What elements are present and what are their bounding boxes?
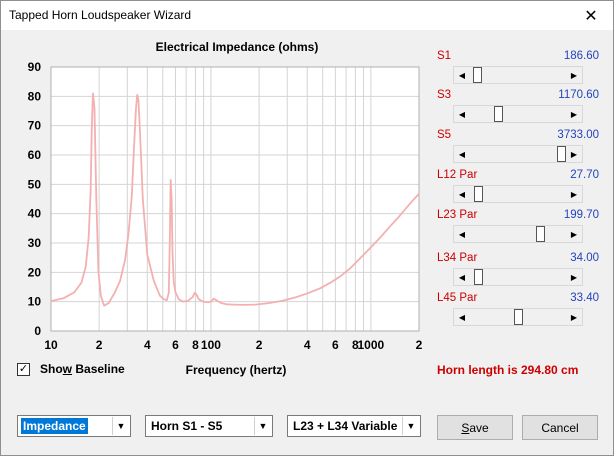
- scroll-left-icon[interactable]: ◀: [454, 186, 470, 202]
- scroll-left-icon[interactable]: ◀: [454, 67, 470, 83]
- wizard-window: Tapped Horn Loudspeaker Wizard ✕ Electri…: [0, 0, 614, 456]
- x-tick-label: 2: [416, 338, 423, 352]
- slider-value: 3733.00: [557, 129, 599, 141]
- slider-label: S3: [437, 89, 452, 101]
- x-tick-label: 1000: [358, 338, 385, 352]
- slider-label: L45 Par: [437, 292, 478, 304]
- slider-thumb[interactable]: [514, 309, 524, 325]
- slider-value: 1170.60: [558, 89, 599, 101]
- x-tick-label: 6: [332, 338, 339, 352]
- slider-track[interactable]: ◀ ▶: [453, 225, 583, 243]
- slider-value: 27.70: [570, 169, 599, 181]
- x-tick-label: 10: [44, 338, 58, 352]
- slider-label: L12 Par: [437, 169, 478, 181]
- chevron-down-icon[interactable]: ▼: [402, 417, 419, 435]
- x-tick-label: 8: [192, 338, 199, 352]
- y-tick-label: 60: [28, 148, 42, 162]
- x-axis-title: Frequency (hertz): [185, 363, 287, 377]
- scroll-right-icon[interactable]: ▶: [566, 226, 582, 242]
- slider-value: 199.70: [563, 209, 599, 221]
- chevron-down-icon[interactable]: ▼: [254, 417, 271, 435]
- y-tick-label: 10: [28, 295, 42, 309]
- title-bar: Tapped Horn Loudspeaker Wizard ✕: [1, 1, 613, 30]
- y-tick-label: 30: [28, 236, 42, 250]
- slider-label: S5: [437, 129, 452, 141]
- show-baseline-checkbox[interactable]: ✓: [17, 362, 30, 376]
- slider-track[interactable]: ◀ ▶: [453, 66, 583, 84]
- slider-thumb[interactable]: [494, 106, 504, 122]
- mode-dropdown[interactable]: Impedance ▼: [17, 415, 131, 437]
- scroll-right-icon[interactable]: ▶: [566, 106, 582, 122]
- close-icon[interactable]: ✕: [569, 1, 613, 30]
- scroll-right-icon[interactable]: ▶: [566, 186, 582, 202]
- variable-dropdown[interactable]: L23 + L34 Variable ▼: [287, 415, 421, 437]
- horn-dropdown[interactable]: Horn S1 - S5 ▼: [145, 415, 273, 437]
- show-baseline-label: Show Baseline: [40, 362, 125, 376]
- slider-label: S1: [437, 50, 452, 62]
- x-tick-label: 4: [304, 338, 311, 352]
- chart-title: Electrical Impedance (ohms): [155, 40, 319, 54]
- y-tick-label: 0: [34, 324, 41, 338]
- save-button-label: Save: [461, 420, 489, 435]
- slider-label: L23 Par: [437, 209, 478, 221]
- scroll-left-icon[interactable]: ◀: [454, 226, 470, 242]
- y-tick-label: 20: [28, 265, 42, 279]
- chevron-down-icon[interactable]: ▼: [112, 417, 129, 435]
- slider-thumb[interactable]: [474, 269, 484, 285]
- x-tick-label: 6: [172, 338, 179, 352]
- slider-label: L34 Par: [437, 252, 478, 264]
- y-tick-label: 40: [28, 207, 42, 221]
- variable-dropdown-value: L23 + L34 Variable: [293, 419, 398, 433]
- slider-track[interactable]: ◀ ▶: [453, 308, 583, 326]
- x-tick-label: 2: [96, 338, 103, 352]
- horn-dropdown-value: Horn S1 - S5: [151, 419, 223, 433]
- scroll-right-icon[interactable]: ▶: [566, 67, 582, 83]
- cancel-button[interactable]: Cancel: [522, 415, 598, 440]
- x-tick-label: 100: [201, 338, 221, 352]
- slider-value: 186.60: [563, 50, 599, 62]
- slider-track[interactable]: ◀ ▶: [453, 145, 583, 163]
- slider-track[interactable]: ◀ ▶: [453, 105, 583, 123]
- scroll-left-icon[interactable]: ◀: [454, 146, 470, 162]
- slider-value: 33.40: [570, 292, 599, 304]
- save-button[interactable]: Save: [437, 415, 513, 440]
- slider-thumb[interactable]: [472, 67, 482, 83]
- y-tick-label: 80: [28, 89, 42, 103]
- cancel-button-label: Cancel: [541, 420, 579, 435]
- scroll-left-icon[interactable]: ◀: [454, 106, 470, 122]
- scroll-right-icon[interactable]: ▶: [566, 269, 582, 285]
- horn-length-text: Horn length is 294.80 cm: [437, 363, 579, 377]
- y-tick-label: 90: [28, 60, 42, 74]
- scroll-left-icon[interactable]: ◀: [454, 269, 470, 285]
- x-tick-label: 4: [144, 338, 151, 352]
- slider-track[interactable]: ◀ ▶: [453, 268, 583, 286]
- scroll-right-icon[interactable]: ▶: [566, 146, 582, 162]
- slider-thumb[interactable]: [536, 226, 546, 242]
- scroll-left-icon[interactable]: ◀: [454, 309, 470, 325]
- mode-dropdown-value: Impedance: [21, 418, 88, 434]
- y-tick-label: 70: [28, 119, 42, 133]
- slider-thumb[interactable]: [474, 186, 484, 202]
- show-baseline-row[interactable]: ✓ Show Baseline: [17, 362, 125, 376]
- slider-track[interactable]: ◀ ▶: [453, 185, 583, 203]
- window-title: Tapped Horn Loudspeaker Wizard: [9, 8, 192, 22]
- impedance-chart: 010203040506070809010 2 4 6 8 100 2 4 6 81000 2: [28, 60, 423, 352]
- slider-value: 34.00: [570, 252, 599, 264]
- x-tick-label: 2: [256, 338, 263, 352]
- y-tick-label: 50: [28, 177, 42, 191]
- slider-thumb[interactable]: [556, 146, 566, 162]
- scroll-right-icon[interactable]: ▶: [566, 309, 582, 325]
